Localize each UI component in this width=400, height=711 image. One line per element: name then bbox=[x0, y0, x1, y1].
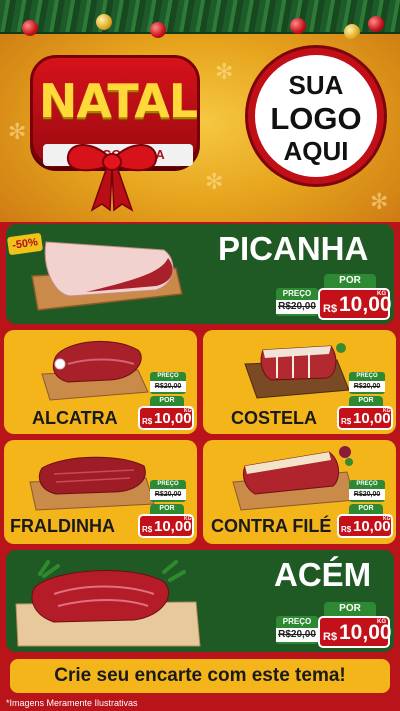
old-price-box: PREÇO R$20,00 bbox=[276, 288, 318, 316]
preco-label: PREÇO bbox=[157, 481, 179, 487]
snowflake-icon: ✻ bbox=[370, 190, 389, 215]
alcatra-image bbox=[41, 340, 149, 401]
product-name: COSTELA bbox=[231, 408, 318, 428]
picanha-image bbox=[31, 241, 183, 311]
acem-image bbox=[15, 560, 201, 647]
price-tag: PREÇO R$20,00 POR R$ 10,00 KG bbox=[337, 480, 395, 538]
bottom-featured-name: ACÉM bbox=[274, 556, 372, 593]
ornament-icon bbox=[290, 18, 306, 34]
snowflake-icon: ✻ bbox=[215, 60, 234, 85]
preco-label: PREÇO bbox=[356, 481, 378, 487]
new-price-box: R$ 10,00 KG bbox=[138, 514, 194, 538]
price-tag: PREÇO R$20,00 POR R$ 10,00 KG bbox=[138, 372, 196, 430]
ribbon-bow-icon bbox=[66, 144, 158, 212]
snowflake-icon: ✻ bbox=[205, 170, 224, 195]
contra-file-image bbox=[232, 446, 356, 511]
unit-label: KG bbox=[377, 291, 386, 297]
new-price-box: R$ 10,00 KG bbox=[138, 406, 194, 430]
currency-label: R$ bbox=[142, 417, 153, 426]
fraldinha-image bbox=[29, 456, 155, 511]
old-price-box: PREÇO R$20,00 bbox=[276, 616, 318, 644]
preco-label: PREÇO bbox=[282, 289, 312, 298]
ornament-icon bbox=[96, 14, 112, 30]
ornament-icon bbox=[344, 24, 360, 40]
unit-label: KG bbox=[184, 516, 192, 522]
price-tag: PREÇO R$20,00 POR R$ 10,00 KG bbox=[138, 480, 196, 538]
por-label: POR bbox=[349, 504, 383, 514]
new-price-box: R$ 10,00 KG bbox=[337, 406, 393, 430]
product-name: FRALDINHA bbox=[10, 516, 115, 536]
header-banner: ✻ ✻ ✻ ✻ NATAL DA ECONOMIA SUA LOGO AQUI bbox=[0, 0, 400, 222]
unit-label: KG bbox=[383, 408, 391, 414]
unit-label: KG bbox=[383, 516, 391, 522]
product-name: CONTRA FILÉ bbox=[211, 516, 332, 536]
currency-label: R$ bbox=[341, 525, 352, 534]
flyer-page: ✻ ✻ ✻ ✻ NATAL DA ECONOMIA SUA LOGO AQUI … bbox=[0, 0, 400, 711]
logo-text-line1: SUA bbox=[288, 70, 344, 100]
por-label: POR bbox=[324, 602, 376, 616]
natal-title: NATAL bbox=[38, 74, 198, 128]
old-price: R$20,00 bbox=[349, 489, 385, 500]
unit-label: KG bbox=[184, 408, 192, 414]
bottom-featured-price-tag: POR PREÇO R$20,00 R$ 10,00 KG bbox=[276, 600, 392, 650]
product-card-alcatra: PREÇO R$20,00 POR R$ 10,00 KG ALCATRA bbox=[4, 330, 197, 434]
unit-label: KG bbox=[377, 619, 386, 625]
product-card-contra-file: PREÇO R$20,00 POR R$ 10,00 KG CONTRA FIL… bbox=[203, 440, 396, 544]
preco-label: PREÇO bbox=[157, 373, 179, 379]
new-price-box: R$ 10,00 KG bbox=[337, 514, 393, 538]
old-price-box: PREÇO R$20,00 bbox=[150, 372, 186, 394]
product-name: ALCATRA bbox=[32, 408, 118, 428]
currency-label: R$ bbox=[142, 525, 153, 534]
por-label: POR bbox=[349, 396, 383, 406]
preco-label: PREÇO bbox=[356, 373, 378, 379]
new-price-box: R$ 10,00 KG bbox=[318, 288, 392, 320]
old-price: R$20,00 bbox=[150, 489, 186, 500]
currency-label: R$ bbox=[341, 417, 352, 426]
cta-banner[interactable]: Crie seu encarte com este tema! bbox=[10, 659, 390, 693]
new-price-box: R$ 10,00 KG bbox=[318, 616, 392, 648]
por-label: POR bbox=[150, 504, 184, 514]
old-price: R$20,00 bbox=[276, 628, 318, 642]
ornament-icon bbox=[22, 20, 38, 36]
logo-text-line3: AQUI bbox=[283, 136, 349, 166]
logo-placeholder: SUA LOGO AQUI bbox=[248, 48, 384, 184]
snowflake-icon: ✻ bbox=[8, 120, 27, 145]
featured-price-tag: POR PREÇO R$20,00 R$ 10,00 KG bbox=[276, 272, 392, 322]
old-price-box: PREÇO R$20,00 bbox=[349, 372, 385, 394]
old-price-box: PREÇO R$20,00 bbox=[349, 480, 385, 502]
price-tag: PREÇO R$20,00 POR R$ 10,00 KG bbox=[337, 372, 395, 430]
preco-label: PREÇO bbox=[282, 617, 312, 626]
currency-label: R$ bbox=[323, 303, 338, 315]
product-card-fraldinha: PREÇO R$20,00 POR R$ 10,00 KG FRALDINHA bbox=[4, 440, 197, 544]
old-price-box: PREÇO R$20,00 bbox=[150, 480, 186, 502]
old-price: R$20,00 bbox=[276, 300, 318, 314]
por-label: POR bbox=[150, 396, 184, 406]
featured-product-name: PICANHA bbox=[218, 230, 369, 267]
logo-text-line2: LOGO bbox=[270, 101, 362, 136]
por-label: POR bbox=[324, 274, 376, 288]
christmas-garland bbox=[0, 0, 400, 34]
product-card-costela: PREÇO R$20,00 POR R$ 10,00 KG COSTELA bbox=[203, 330, 396, 434]
old-price: R$20,00 bbox=[349, 381, 385, 392]
costela-image bbox=[244, 343, 350, 399]
currency-label: R$ bbox=[323, 631, 338, 643]
old-price: R$20,00 bbox=[150, 381, 186, 392]
disclaimer-text: *Imagens Meramente Ilustrativas bbox=[6, 698, 138, 708]
featured-product-card: PICANHA POR PREÇO R$20,00 R$ 10,00 KG bbox=[6, 224, 394, 324]
bottom-featured-card: ACÉM POR PREÇO R$20,00 R$ 10,00 KG bbox=[6, 550, 394, 652]
ornament-icon bbox=[150, 22, 166, 38]
ornament-icon bbox=[368, 16, 384, 32]
